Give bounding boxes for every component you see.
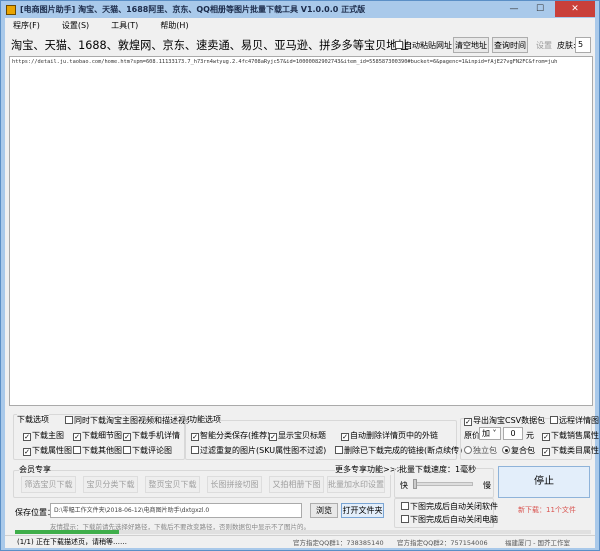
long-image-button[interactable]: 长图拼接切图 [207,476,262,493]
speed-slider[interactable] [413,479,473,489]
speed-fast-label: 快 [400,481,408,490]
close-button[interactable]: ✕ [555,1,595,17]
standalone-radio[interactable]: 独立包 [464,445,497,456]
sync-video-checkbox[interactable]: 同时下载淘宝主图视频和描述视频 [65,415,194,426]
speed-label: 批量下载速度：1毫秒 [399,464,477,475]
url-textarea[interactable]: https://detail.ju.taobao.com/home.htm?sp… [9,56,593,406]
filter-download-button[interactable]: 筛选宝贝下载 [21,476,76,493]
app-icon [6,4,16,15]
query-time-button[interactable]: 查询时间 [492,37,528,53]
app-window: [电商图片助手] 淘宝、天猫、1688阿里、京东、QQ相册等图片批量下载工具 V… [0,0,600,551]
download-options-title: 下载选项 [17,414,49,425]
open-folder-button[interactable]: 打开文件夹 [341,503,384,518]
download-other-image-checkbox[interactable]: 下载其他图 [73,445,122,456]
upai-download-button[interactable]: 又拍相册下图 [269,476,324,493]
more-features-link[interactable]: 更多专享功能>>> [335,464,404,475]
clear-address-button[interactable]: 清空地址 [453,37,489,53]
save-path-input[interactable]: D:\零幅工作文件夹\2018-06-12\电商图片助手\dxtgxzl.0 [50,503,302,518]
filter-duplicates-checkbox[interactable]: 过滤重复的图片(SKU属性图不过滤) [191,445,326,456]
category-attr-checkbox[interactable]: ✓ 下载类目属性 [542,445,599,456]
download-mobile-detail-checkbox[interactable]: ✓ 下载手机详情 [123,430,180,441]
qq-group-1: 官方指定QQ群1：738385140 [293,539,384,547]
address-label: 淘宝、天猫、1688、敦煌网、京东、速卖通、易贝、亚马逊、拼多多等宝贝地址: [11,39,413,52]
download-detail-image-checkbox[interactable]: ✓ 下载细节图 [73,430,122,441]
composite-radio[interactable]: 复合包 [502,445,535,456]
window-title: [电商图片助手] 淘宝、天猫、1688阿里、京东、QQ相册等图片批量下载工具 V… [20,5,366,14]
auto-paste-label: 自动粘贴网址 [404,41,452,50]
skin-label: 皮肤: [557,41,576,50]
status-text: (1/1) 正在下载描述页，请稍等…… [17,538,127,546]
browse-button[interactable]: 浏览 [310,503,338,518]
client-area: 程序(F) 设置(S) 工具(T) 帮助(H) 淘宝、天猫、1688、敦煌网、京东、速… [5,18,599,548]
price-op-select[interactable]: 加 ˅ [479,427,501,440]
menu-program[interactable]: 程序(F) [13,21,40,30]
export-csv-checkbox[interactable]: ✓ 导出淘宝CSV数据包 [464,415,546,426]
qq-group-2: 官方指定QQ群2：757154006 [397,539,488,547]
settings-button[interactable]: 设置 [536,40,552,51]
save-location-label: 保存位置： [15,508,55,517]
progress-bar [15,530,591,534]
sales-attr-checkbox[interactable]: ✓ 下载销售属性 [542,430,599,441]
remote-detail-checkbox[interactable]: 远程详情图 [550,415,599,426]
smart-save-checkbox[interactable]: ✓ 智能分类保存(推荐) [191,430,270,441]
remove-external-links-checkbox[interactable]: ✓ 自动删除详情页中的外链 [341,430,438,441]
page-download-button[interactable]: 整页宝贝下载 [145,476,200,493]
price-value-input[interactable]: 0 [503,427,523,440]
download-review-image-checkbox[interactable]: 下载评论图 [123,445,172,456]
show-title-checkbox[interactable]: ✓ 显示宝贝标题 [269,430,326,441]
speed-slider-thumb[interactable] [413,479,417,489]
price-label: 原价 [464,431,480,440]
close-app-checkbox[interactable]: 下图完成后自动关闭软件 [401,501,498,512]
auto-paste-checkbox[interactable]: 自动粘贴网址 [395,40,452,51]
menu-help[interactable]: 帮助(H) [160,21,188,30]
stop-button[interactable]: 停止 [498,466,590,498]
menu-bar: 程序(F) 设置(S) 工具(T) 帮助(H) [13,20,211,31]
download-main-image-checkbox[interactable]: ✓ 下载主图 [23,430,64,441]
function-options-title: 功能选项 [189,414,221,425]
maximize-button[interactable]: ☐ [527,1,553,17]
delete-finished-links-checkbox[interactable]: 删除已下载完成的链接(断点续传) [335,445,462,456]
download-attr-image-checkbox[interactable]: ✓ 下载属性图 [23,445,72,456]
speed-slow-label: 慢 [483,481,491,490]
studio-credit: 福建厦门 - 国芥工作室 [505,539,570,547]
price-unit: 元 [526,431,534,440]
progress-fill [15,530,119,534]
category-download-button[interactable]: 宝贝分类下载 [83,476,138,493]
minimize-button[interactable]: — [501,1,527,17]
menu-settings[interactable]: 设置(S) [62,21,89,30]
menu-tools[interactable]: 工具(T) [111,21,138,30]
skin-spinner[interactable]: 5 [575,37,591,53]
member-title: 会员专享 [19,464,51,475]
watermark-button[interactable]: 批量加水印设置 [327,476,385,493]
new-download-count: 新下载：11个文件 [518,506,576,514]
shutdown-checkbox[interactable]: 下图完成后自动关闭电脑 [401,514,498,525]
